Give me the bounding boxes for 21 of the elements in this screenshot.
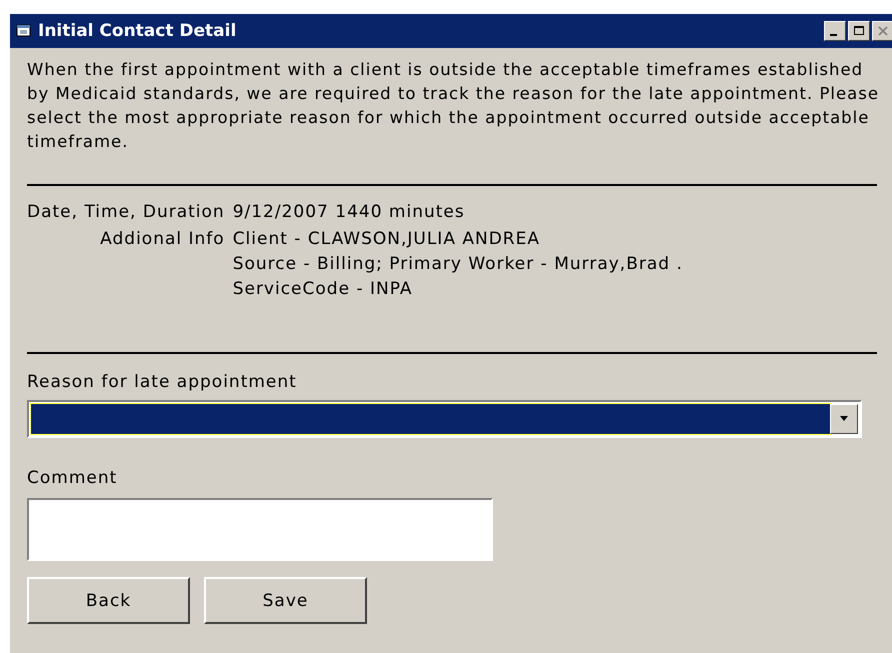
maximize-button[interactable] [848, 21, 870, 41]
detail-value: Source - Billing; Primary Worker - Murray,Brad . [232, 253, 684, 276]
close-button[interactable] [872, 21, 892, 41]
instructions-text: When the first appointment with a client is outside the acceptable timeframes established by Medicaid standards, we are required to track the reason for the late appointment. Please select the most appropriate reason for which the appointment occurred outside acceptable timeframe. [27, 59, 879, 153]
detail-label: Date, Time, Duration [27, 201, 225, 224]
reason-label: Reason for late appointment [27, 372, 298, 392]
reason-dropdown[interactable] [27, 400, 862, 438]
action-button[interactable]: Save [204, 577, 367, 624]
comment-field[interactable] [27, 498, 493, 561]
window-title: Initial Contact Detail [38, 21, 236, 41]
detail-value: 9/12/2007 1440 minutes [232, 201, 466, 224]
minimize-button[interactable] [824, 21, 846, 41]
window-icon [16, 24, 32, 38]
detail-value: Client - CLAWSON,JULIA ANDREA [232, 228, 541, 251]
detail-value: ServiceCode - INPA [232, 278, 414, 301]
comment-label: Comment [27, 468, 118, 488]
detail-label: Addional Info [99, 228, 225, 251]
action-button[interactable]: Back [27, 577, 190, 624]
minimize-icon [830, 34, 837, 36]
close-icon [878, 26, 888, 36]
maximize-icon [854, 26, 864, 36]
